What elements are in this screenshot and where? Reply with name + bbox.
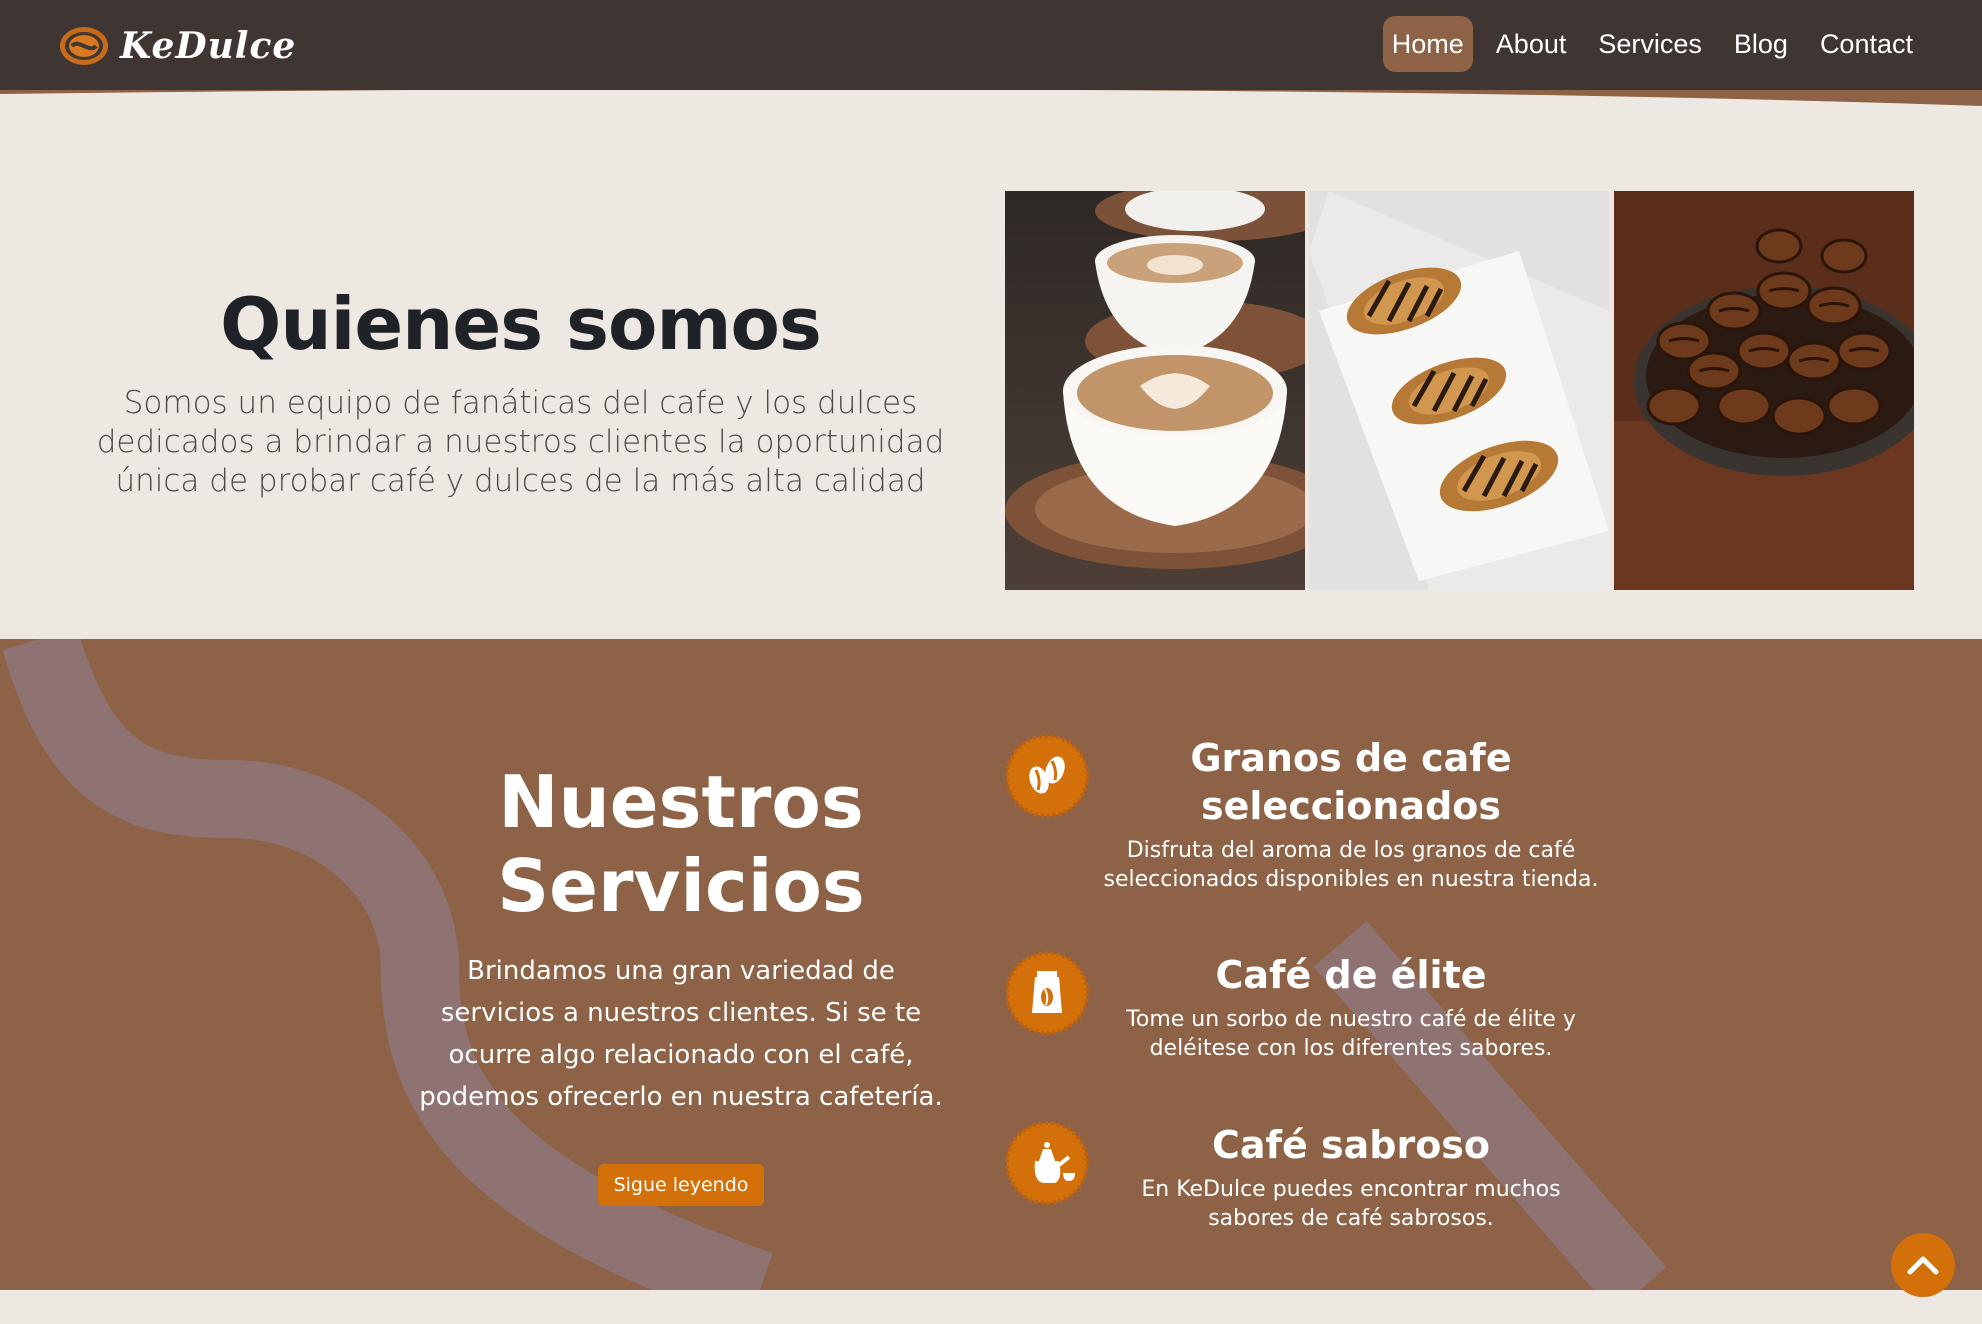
chevron-up-icon xyxy=(1907,1256,1939,1275)
coffee-beans-icon xyxy=(1005,734,1089,818)
feature-title: Café sabroso xyxy=(1211,1123,1491,1167)
feature-tasty-coffee: Café sabroso En KeDulce puedes encontrar… xyxy=(1005,1121,1695,1271)
nav-contact[interactable]: Contact xyxy=(1811,16,1922,72)
coffee-pot-icon xyxy=(1005,1121,1089,1205)
about-text: Quienes somos Somos un equipo de fanátic… xyxy=(78,282,963,532)
nav-links: Home About Services Blog Contact xyxy=(1369,16,1922,72)
brand[interactable]: KeDulce xyxy=(58,22,296,70)
feature-elite-coffee: Café de élite Tome un sorbo de nuestro c… xyxy=(1005,951,1695,1101)
nav-blog[interactable]: Blog xyxy=(1725,16,1797,72)
services-body: Brindamos una gran variedad de servicios… xyxy=(419,956,943,1112)
services-title: Nuestros Servicios xyxy=(497,760,865,928)
coffee-bag-icon xyxy=(1005,951,1089,1035)
brand-name: KeDulce xyxy=(120,25,297,67)
navbar: KeDulce Home About Services Blog Contact xyxy=(0,0,1982,90)
nav-about[interactable]: About xyxy=(1487,16,1576,72)
about-photos xyxy=(1005,191,1914,590)
feature-description: Tome un sorbo de nuestro café de élite y… xyxy=(1126,1007,1576,1061)
feature-text: Café de élite Tome un sorbo de nuestro c… xyxy=(1095,951,1607,1085)
feature-coffee-beans: Granos de cafe seleccionados Disfruta de… xyxy=(1005,734,1695,892)
nav-home[interactable]: Home xyxy=(1382,16,1473,72)
feature-title: Café de élite xyxy=(1215,953,1487,997)
chocolate-croissants-photo xyxy=(1309,191,1610,590)
services-intro: Nuestros Servicios Brindamos una gran va… xyxy=(410,760,952,1206)
read-more-button[interactable]: Sigue leyendo xyxy=(597,1164,765,1206)
coffee-beans-spoon-photo xyxy=(1613,191,1914,590)
coffee-bean-logo-icon xyxy=(60,27,108,65)
navbar-wave-divider xyxy=(0,88,1982,106)
nav-services[interactable]: Services xyxy=(1589,16,1711,72)
feature-text: Café sabroso En KeDulce puedes encontrar… xyxy=(1095,1121,1607,1255)
back-to-top-button[interactable] xyxy=(1891,1233,1955,1297)
feature-description: Disfruta del aroma de los granos de café… xyxy=(1103,838,1599,892)
services-section: Nuestros Servicios Brindamos una gran va… xyxy=(0,639,1982,1290)
about-body: Somos un equipo de fanáticas del cafe y … xyxy=(96,385,945,499)
feature-description: En KeDulce puedes encontrar muchos sabor… xyxy=(1141,1177,1561,1231)
latte-art-cups-photo xyxy=(1005,191,1306,590)
feature-title: Granos de cafe seleccionados xyxy=(1190,736,1512,828)
about-title: Quienes somos xyxy=(220,282,822,366)
feature-text: Granos de cafe seleccionados Disfruta de… xyxy=(1095,734,1607,916)
